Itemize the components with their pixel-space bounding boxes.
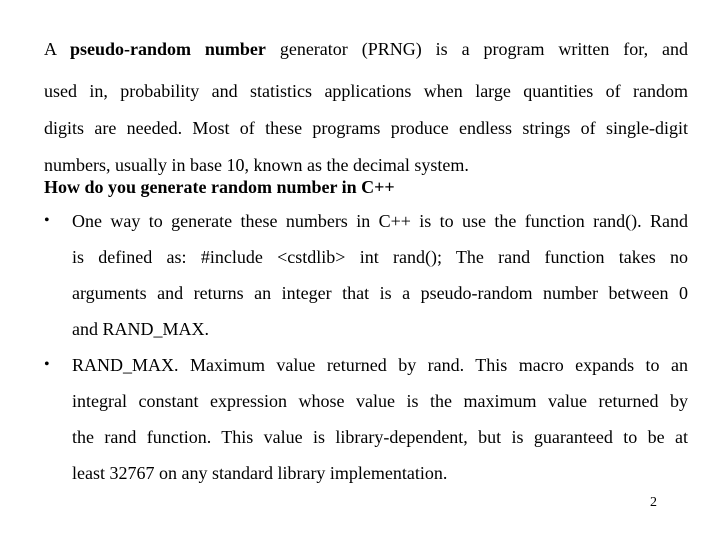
bullet-1-line-1: One way to generate these numbers in C++… [72, 211, 688, 231]
intro-suffix: generator (PRNG) is a program written fo… [265, 39, 688, 59]
intro-line-4: numbers, usually in base 10, known as th… [44, 155, 469, 175]
page-number: 2 [650, 495, 657, 510]
bullet-2-line-1: RAND_MAX. Maximum value returned by rand… [72, 355, 688, 375]
bullet-icon: • [44, 212, 50, 229]
bullet-icon: • [44, 356, 50, 373]
intro-line-1: A pseudo-random number generator (PRNG) … [44, 38, 688, 60]
bullet-2-line-3: the rand function. This value is library… [72, 427, 688, 447]
intro-prefix: A [44, 39, 70, 59]
bullet-2-line-4: least 32767 on any standard library impl… [72, 463, 448, 483]
section-heading: How do you generate random number in C++ [44, 177, 395, 197]
bullet-1-line-4: and RAND_MAX. [72, 319, 209, 339]
bullet-1-line-3: arguments and returns an integer that is… [72, 283, 688, 303]
term-pseudo-random-number: pseudo-random number [69, 39, 266, 59]
intro-line-3: digits are needed. Most of these program… [44, 118, 688, 138]
bullet-2-line-2: integral constant expression whose value… [72, 391, 688, 411]
intro-line-2: used in, probability and statistics appl… [44, 81, 688, 101]
bullet-1-line-2: is defined as: #include <cstdlib> int ra… [72, 247, 688, 267]
